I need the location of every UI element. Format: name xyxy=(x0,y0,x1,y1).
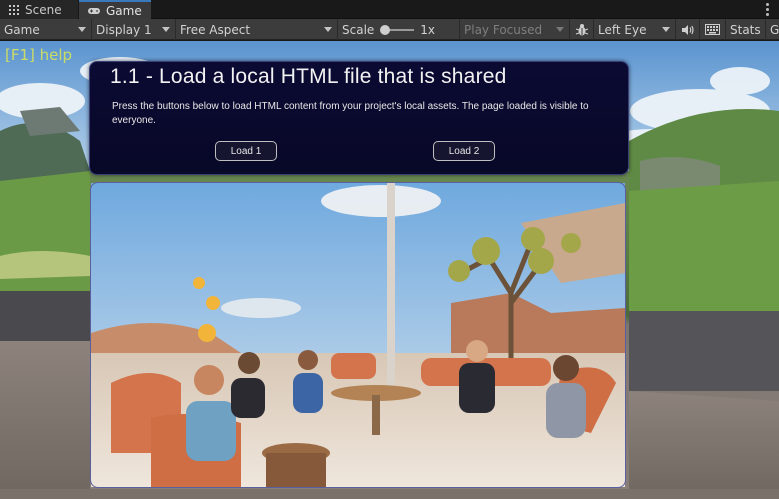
scale-slider[interactable] xyxy=(380,24,415,35)
game-view-dropdown[interactable]: Game xyxy=(0,19,92,40)
grid-icon xyxy=(9,4,19,15)
chevron-down-icon xyxy=(556,27,564,32)
chevron-down-icon xyxy=(324,27,332,32)
gizmos-toggle[interactable]: G xyxy=(766,19,779,40)
aspect-dropdown[interactable]: Free Aspect xyxy=(176,19,338,40)
load-2-button[interactable]: Load 2 xyxy=(433,141,495,161)
tab-game-label: Game xyxy=(106,3,142,18)
scale-value: 1x xyxy=(420,22,436,37)
play-mode-label: Play Focused xyxy=(464,22,543,37)
stats-label: Stats xyxy=(730,22,761,37)
play-mode-dropdown[interactable]: Play Focused xyxy=(460,19,570,40)
chevron-down-icon xyxy=(662,27,670,32)
tab-scene[interactable]: Scene xyxy=(0,0,78,19)
speaker-icon xyxy=(681,24,694,35)
tab-scene-label: Scene xyxy=(25,2,62,17)
shared-html-panel[interactable] xyxy=(90,182,626,488)
more-options-icon[interactable] xyxy=(759,1,775,17)
chevron-down-icon xyxy=(162,27,170,32)
help-hint: [F1] help xyxy=(5,46,73,64)
load-1-button[interactable]: Load 1 xyxy=(215,141,277,161)
instruction-panel: 1.1 - Load a local HTML file that is sha… xyxy=(89,61,629,175)
bug-icon xyxy=(575,23,588,35)
editor-tab-bar: Scene Game xyxy=(0,0,779,19)
scale-label: Scale xyxy=(342,22,375,37)
aspect-label: Free Aspect xyxy=(180,22,251,37)
game-view-label: Game xyxy=(4,22,40,37)
eye-label: Left Eye xyxy=(598,22,647,37)
game-viewport[interactable]: [F1] help 1.1 - Load a local HTML file t… xyxy=(0,41,779,499)
game-view-toolbar: Game Display 1 Free Aspect Scale 1x Play… xyxy=(0,19,779,40)
scale-control: Scale 1x xyxy=(338,19,460,40)
panel-title: 1.1 - Load a local HTML file that is sha… xyxy=(110,65,507,88)
stats-toggle[interactable]: Stats xyxy=(726,19,766,40)
display-label: Display 1 xyxy=(96,22,152,37)
gamepad-icon xyxy=(88,7,100,14)
eye-dropdown[interactable]: Left Eye xyxy=(594,19,676,40)
panel-description: Press the buttons below to load HTML con… xyxy=(112,101,589,126)
tab-game[interactable]: Game xyxy=(79,0,151,19)
display-dropdown[interactable]: Display 1 xyxy=(92,19,176,40)
scale-slider-handle[interactable] xyxy=(380,24,391,35)
keyboard-icon xyxy=(705,24,720,35)
mute-audio-button[interactable] xyxy=(676,19,700,40)
chevron-down-icon xyxy=(78,27,86,32)
gizmos-label: G xyxy=(770,22,779,37)
debug-button[interactable] xyxy=(570,19,594,40)
keyboard-toggle[interactable] xyxy=(700,19,726,40)
